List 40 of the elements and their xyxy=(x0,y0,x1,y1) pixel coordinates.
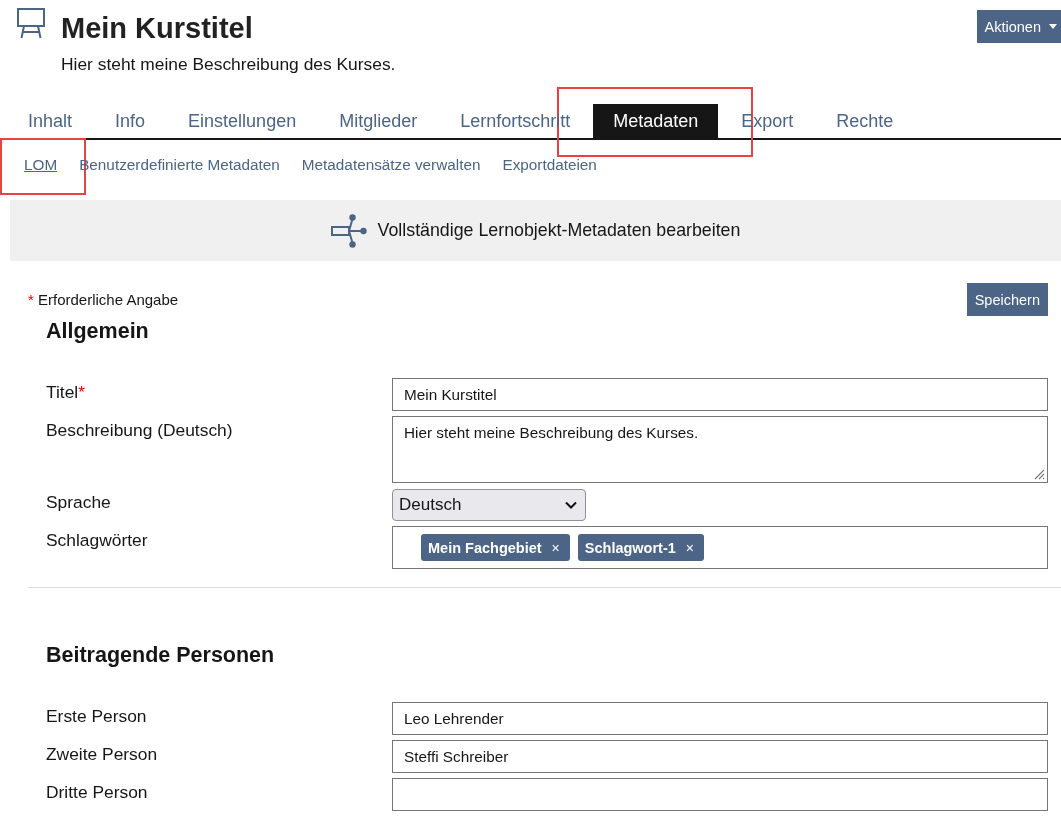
tag-label: Mein Fachgebiet xyxy=(428,539,542,556)
subtab-link[interactable]: Exportdateien xyxy=(502,156,597,174)
field-label: Beschreibung (Deutsch) xyxy=(46,419,234,442)
field-label: Dritte Person xyxy=(46,781,149,804)
tab[interactable]: Einstellungen xyxy=(168,104,317,138)
easel-icon xyxy=(17,8,45,39)
actions-button[interactable]: Aktionen xyxy=(976,10,1061,43)
keywords-field[interactable]: Mein Fachgebiet × Schlagwort-1 × xyxy=(392,526,1048,569)
tab[interactable]: Mitglieder xyxy=(319,104,438,138)
language-dropdown[interactable]: Deutsch xyxy=(392,489,586,521)
banner-link[interactable]: Vollständige Lernobjekt-Metadaten bearbeiten xyxy=(377,220,741,241)
section-heading: Beitragende Personen xyxy=(46,642,276,668)
course-description: Hier steht meine Beschreibung des Kurses. xyxy=(61,53,396,75)
branch-icon xyxy=(330,213,367,248)
text-field[interactable]: Steffi Schreiber xyxy=(392,740,1048,773)
chevron-down-icon xyxy=(565,501,577,509)
field-label: Schlagwörter xyxy=(46,529,149,552)
caret-icon xyxy=(1049,24,1057,29)
subtab-link[interactable]: Metadatensätze verwalten xyxy=(301,156,481,174)
tab[interactable]: Inhalt xyxy=(8,104,93,138)
required-note: * Erforderliche Angabe xyxy=(28,291,179,308)
textarea-field[interactable]: Hier steht meine Beschreibung des Kurses. xyxy=(392,416,1048,483)
resize-grip-icon xyxy=(1033,468,1045,480)
field-label: Zweite Person xyxy=(46,743,159,766)
field-label: Sprache xyxy=(46,491,112,514)
remove-tag-button[interactable]: × xyxy=(551,539,560,556)
tag-label: Schlagwort-1 xyxy=(584,539,676,556)
section-heading: Allgemein xyxy=(46,318,150,344)
course-title: Mein Kurstitel xyxy=(61,11,254,45)
text-field[interactable] xyxy=(392,778,1048,811)
text-field[interactable]: Leo Lehrender xyxy=(392,702,1048,735)
tab[interactable]: Metadaten xyxy=(593,104,719,138)
tab[interactable]: Info xyxy=(95,104,166,138)
remove-tag-button[interactable]: × xyxy=(685,539,695,556)
field-label: Erste Person xyxy=(46,705,148,728)
subtab-link[interactable]: LOM xyxy=(24,156,58,174)
save-button[interactable]: Speichern xyxy=(966,283,1048,316)
field-label: Titel* xyxy=(46,381,86,404)
tab[interactable]: Rechte xyxy=(816,104,914,138)
text-field[interactable]: Mein Kurstitel xyxy=(392,378,1048,411)
